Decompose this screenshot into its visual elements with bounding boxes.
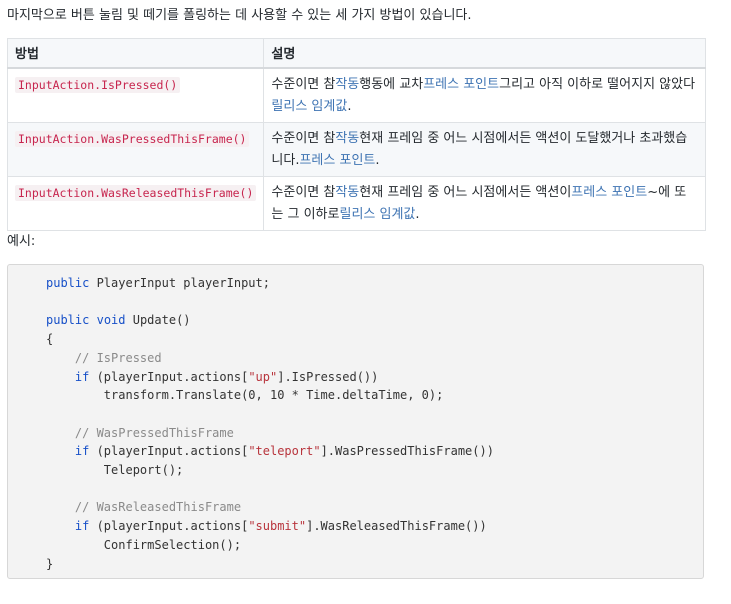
doc-link[interactable]: 프레스 포인트 <box>299 153 375 168</box>
method-cell: InputAction.WasPressedThisFrame() <box>6 121 265 177</box>
code-text: (playerInput.actions[ <box>89 519 249 534</box>
doc-link[interactable]: 프레스 포인트 <box>423 77 499 92</box>
method-name: InputAction.WasPressedThisFrame() <box>15 130 250 147</box>
code-comment: // WasPressedThisFrame <box>74 425 234 440</box>
code-content: public PlayerInput playerInput; public v… <box>46 274 494 573</box>
code-text: PlayerInput playerInput; <box>89 276 270 290</box>
code-text: ].WasPressedThisFrame()) <box>320 444 494 459</box>
doc-link[interactable]: 작동 <box>335 185 359 200</box>
code-text: ].IsPressed()) <box>277 369 379 384</box>
code-text: transform.Translate(0, 10 * Time.deltaTi… <box>46 388 444 403</box>
header-description: 설명 <box>263 38 706 69</box>
example-label: 예시: <box>7 234 36 249</box>
method-cell: InputAction.WasReleasedThisFrame() <box>6 175 265 231</box>
description-text: . <box>415 206 420 222</box>
code-line: // WasPressedThisFrame <box>46 424 494 443</box>
code-comment: // IsPressed <box>74 350 162 365</box>
code-text: } <box>46 556 54 571</box>
code-keyword: if <box>74 519 90 534</box>
code-line: public PlayerInput playerInput; <box>46 274 494 293</box>
description-text: 현재 프레임 중 어느 시점에서든 액션이 <box>359 184 572 200</box>
code-text: Teleport(); <box>46 463 184 478</box>
intro-text: 마지막으로 버튼 눌림 및 떼기를 폴링하는 데 사용할 수 있는 세 가지 방… <box>7 8 472 23</box>
doc-link[interactable]: 릴리스 임계값 <box>339 207 415 222</box>
code-text: ConfirmSelection(); <box>46 537 242 552</box>
code-line: if (playerInput.actions["up"].IsPressed(… <box>46 368 494 387</box>
code-text: (playerInput.actions[ <box>89 369 249 384</box>
code-line: if (playerInput.actions["teleport"].WasP… <box>46 442 494 461</box>
doc-link[interactable]: 릴리스 임계값 <box>271 99 347 114</box>
description-text: 그리고 아직 이하로 떨어지지 않았다 <box>499 76 696 92</box>
description-cell: 수준이면 참작동현재 프레임 중 어느 시점에서든 액션이 도달했거나 초과했습… <box>263 121 706 177</box>
code-text: (playerInput.actions[ <box>89 444 249 459</box>
method-name: InputAction.IsPressed() <box>15 76 181 93</box>
code-text: Update() <box>125 313 191 328</box>
code-line: // IsPressed <box>46 349 494 368</box>
code-line: { <box>46 330 494 349</box>
code-line: ConfirmSelection(); <box>46 536 494 555</box>
table-row: InputAction.WasPressedThisFrame() 수준이면 참… <box>6 121 706 177</box>
method-name: InputAction.WasReleasedThisFrame() <box>15 184 257 201</box>
doc-link[interactable]: 프레스 포인트 <box>571 185 647 200</box>
code-line: transform.Translate(0, 10 * Time.deltaTi… <box>46 386 494 405</box>
code-keyword: public <box>46 313 90 328</box>
code-string: "teleport" <box>248 444 321 459</box>
description-text: 행동에 교차 <box>359 76 424 92</box>
description-cell: 수준이면 참작동현재 프레임 중 어느 시점에서든 액션이프레스 포인트~에 또… <box>263 175 706 231</box>
code-line: if (playerInput.actions["submit"].WasRel… <box>46 517 494 536</box>
description-text: . <box>347 98 352 114</box>
code-keyword: void <box>96 313 126 328</box>
code-string: "submit" <box>248 519 307 534</box>
code-line: } <box>46 555 494 574</box>
description-text: . <box>375 152 380 168</box>
method-cell: InputAction.IsPressed() <box>6 67 265 123</box>
code-keyword: public <box>46 276 90 290</box>
header-method: 방법 <box>6 38 265 69</box>
description-text: 수준이면 참 <box>271 76 336 92</box>
description-text: 수준이면 참 <box>271 130 336 146</box>
code-string: "up" <box>248 369 278 384</box>
code-line: Teleport(); <box>46 461 494 480</box>
table-row: InputAction.WasReleasedThisFrame() 수준이면 … <box>6 175 706 231</box>
code-comment: // WasReleasedThisFrame <box>74 500 242 515</box>
code-block: public PlayerInput playerInput; public v… <box>7 264 704 579</box>
description-text: 수준이면 참 <box>271 184 336 200</box>
table-row: InputAction.IsPressed() 수준이면 참작동행동에 교차프레… <box>6 67 706 123</box>
code-text: ].WasReleasedThisFrame()) <box>306 519 487 534</box>
doc-link[interactable]: 작동 <box>335 77 359 92</box>
code-keyword: if <box>74 444 90 459</box>
doc-link[interactable]: 작동 <box>335 131 359 146</box>
methods-table: 방법 설명 InputAction.IsPressed() 수준이면 참작동행동… <box>6 38 706 231</box>
code-text: { <box>46 332 54 347</box>
table-header-row: 방법 설명 <box>6 38 706 69</box>
code-line: public void Update() <box>46 311 494 330</box>
description-cell: 수준이면 참작동행동에 교차프레스 포인트그리고 아직 이하로 떨어지지 않았다… <box>263 67 706 123</box>
code-line: // WasReleasedThisFrame <box>46 498 494 517</box>
code-keyword: if <box>74 369 90 384</box>
